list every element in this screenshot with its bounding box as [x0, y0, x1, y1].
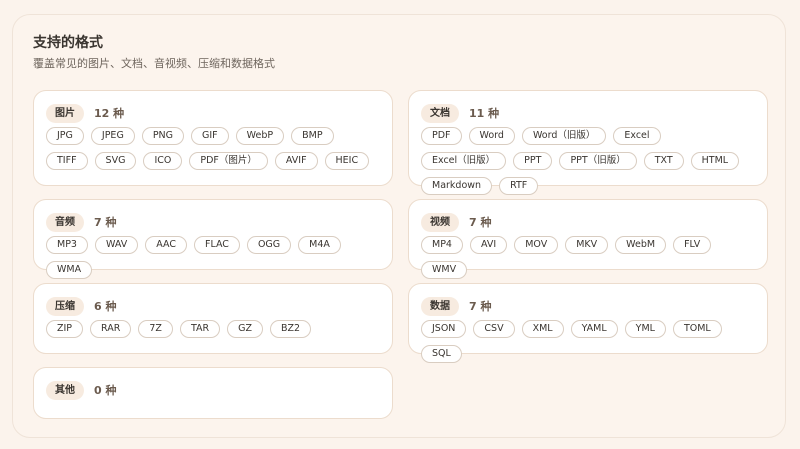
format-chip: TIFF	[46, 152, 88, 170]
category-label: 数据	[421, 296, 459, 316]
category-card-image: 图片 12 种 JPG JPEG PNG GIF WebP BMP TIFF SVG ICO PD…	[33, 90, 393, 186]
panel-subtitle: 覆盖常见的图片、文档、音视频、压缩和数据格式	[33, 57, 275, 70]
category-count: 7 种	[469, 300, 492, 313]
panel-header: 支持的格式 覆盖常见的图片、文档、音视频、压缩和数据格式	[33, 33, 275, 72]
category-card-other: 其他 0 种	[33, 367, 393, 419]
category-label: 音频	[46, 212, 84, 232]
format-chip: WebM	[615, 236, 667, 254]
format-chip-list: MP3 WAV AAC FLAC OGG M4A WMA	[46, 236, 381, 286]
format-chip: Markdown	[421, 177, 493, 195]
format-chip: OGG	[246, 236, 292, 254]
format-chip: MOV	[514, 236, 559, 254]
format-chip: MP3	[46, 236, 88, 254]
format-chip: WMV	[421, 261, 468, 279]
format-chip: MKV	[565, 236, 609, 254]
supported-formats-panel: 支持的格式 覆盖常见的图片、文档、音视频、压缩和数据格式 图片 12 种 JPG…	[12, 14, 786, 438]
category-count: 11 种	[469, 107, 500, 120]
category-count: 6 种	[94, 300, 117, 313]
format-chip: FLV	[673, 236, 712, 254]
format-chip: WAV	[94, 236, 139, 254]
format-chip: PPT	[513, 152, 553, 170]
format-chip: YML	[624, 320, 666, 338]
format-chip: TXT	[643, 152, 684, 170]
format-chip: ICO	[143, 152, 183, 170]
format-chip: BMP	[291, 127, 334, 145]
category-label: 视频	[421, 212, 459, 232]
format-chip: RAR	[90, 320, 132, 338]
format-chip: RTF	[499, 177, 539, 195]
format-chip: AAC	[145, 236, 187, 254]
category-label: 其他	[46, 380, 84, 400]
format-chip: SVG	[94, 152, 137, 170]
category-count: 7 种	[469, 216, 492, 229]
category-label: 文档	[421, 103, 459, 123]
format-chip: Word	[468, 127, 515, 145]
format-chip-list: MP4 AVI MOV MKV WebM FLV WMV	[421, 236, 756, 286]
format-chip: WebP	[235, 127, 285, 145]
format-chip-list: JPG JPEG PNG GIF WebP BMP TIFF SVG ICO PDF（图片） AVI…	[46, 127, 381, 177]
category-label: 图片	[46, 103, 84, 123]
category-card-data: 数据 7 种 JSON CSV XML YAML YML TOML SQL	[408, 283, 768, 363]
format-chip: Excel（旧版）	[421, 152, 507, 170]
format-chip: JPG	[46, 127, 84, 145]
category-card-audio: 音频 7 种 MP3 WAV AAC FLAC OGG M4A WMA	[33, 199, 393, 279]
category-count: 12 种	[94, 107, 125, 120]
format-chip: 7Z	[138, 320, 173, 338]
category-card-archive: 压缩 6 种 ZIP RAR 7Z TAR GZ BZ2	[33, 283, 393, 354]
format-chip: WMA	[46, 261, 93, 279]
format-chip: JSON	[421, 320, 467, 338]
format-chip: PPT（旧版）	[559, 152, 637, 170]
category-count: 7 种	[94, 216, 117, 229]
format-chip-list: JSON CSV XML YAML YML TOML SQL	[421, 320, 756, 370]
category-card-video: 视频 7 种 MP4 AVI MOV MKV WebM FLV WMV	[408, 199, 768, 279]
format-chip: ZIP	[46, 320, 84, 338]
format-chip: Word（旧版）	[521, 127, 607, 145]
format-chip: XML	[521, 320, 564, 338]
format-chip: SQL	[421, 345, 462, 363]
format-chip: PDF	[421, 127, 462, 145]
format-chip: YAML	[570, 320, 618, 338]
format-chip: Excel	[613, 127, 661, 145]
format-chip: PDF（图片）	[189, 152, 268, 170]
format-chip: PNG	[141, 127, 185, 145]
format-chip: CSV	[473, 320, 515, 338]
format-chip: TOML	[672, 320, 722, 338]
category-card-document: 文档 11 种 PDF Word Word（旧版） Excel Excel（旧版） PPT…	[408, 90, 768, 195]
category-label: 压缩	[46, 296, 84, 316]
format-chip: HEIC	[324, 152, 370, 170]
format-chip: BZ2	[269, 320, 312, 338]
format-chip: JPEG	[90, 127, 135, 145]
format-chip-list: ZIP RAR 7Z TAR GZ BZ2	[46, 320, 381, 345]
format-chip: FLAC	[193, 236, 240, 254]
format-chip: TAR	[179, 320, 221, 338]
panel-title: 支持的格式	[33, 35, 103, 51]
format-chip: GIF	[191, 127, 229, 145]
format-chip: M4A	[298, 236, 341, 254]
category-count: 0 种	[94, 384, 117, 397]
format-chip: AVIF	[274, 152, 318, 170]
format-chip: GZ	[227, 320, 263, 338]
format-chip-list: PDF Word Word（旧版） Excel Excel（旧版） PPT PPT（旧版） T…	[421, 127, 756, 202]
format-chip: HTML	[690, 152, 740, 170]
format-chip: MP4	[421, 236, 463, 254]
format-chip: AVI	[469, 236, 508, 254]
